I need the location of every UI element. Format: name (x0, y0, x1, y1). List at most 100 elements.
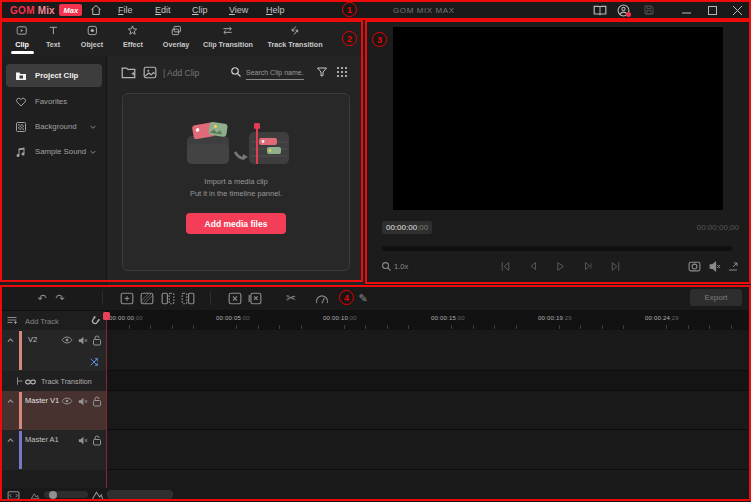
add-image-icon[interactable] (143, 66, 157, 79)
undo-icon[interactable]: ↶ (34, 290, 50, 306)
delete-ripple-icon[interactable] (247, 290, 263, 306)
track-header-master-v1[interactable]: Master V1 (0, 391, 107, 430)
menu-view[interactable]: View (229, 5, 248, 15)
sidebar-item-background[interactable]: Background (6, 115, 102, 138)
mute-icon[interactable] (76, 434, 88, 446)
app-logo: GOM Mix Max (10, 4, 82, 16)
add-track-icon[interactable] (6, 314, 18, 326)
playhead-handle[interactable] (103, 312, 110, 320)
play-icon[interactable] (552, 258, 568, 274)
track-name: Master V1 (25, 396, 59, 405)
preview-zoom-level[interactable]: 1.0x (394, 262, 408, 271)
sidebar-item-favorites[interactable]: Favorites (6, 90, 102, 113)
search-input[interactable]: Search Clip name. (246, 69, 304, 80)
menu-help[interactable]: Help (266, 5, 285, 15)
track-header-v2[interactable]: V2 (0, 330, 107, 371)
video-track-stripe (19, 331, 22, 370)
tab-object[interactable]: Object (81, 25, 103, 49)
add-media-folder-icon[interactable] (121, 66, 136, 79)
annotation-number-4: 4 (339, 290, 354, 305)
manual-icon[interactable] (592, 3, 607, 17)
lock-icon[interactable] (91, 334, 103, 346)
eye-icon[interactable] (61, 395, 73, 407)
track-transition-row[interactable]: Track Transition (0, 371, 107, 391)
prev-frame-icon[interactable] (525, 258, 541, 274)
menu-file[interactable]: File (118, 5, 133, 15)
chevron-down-icon[interactable] (89, 148, 97, 156)
track-lane-master-a1[interactable] (107, 430, 751, 470)
import-dropzone[interactable]: Import a media clip Put it in the timeli… (122, 93, 350, 271)
sidebar-item-sample-sound[interactable]: Sample Sound (6, 140, 102, 163)
mute-icon[interactable] (706, 258, 722, 274)
insert-clip-icon[interactable] (119, 290, 135, 306)
menu-edit[interactable]: Edit (155, 5, 171, 15)
tab-text[interactable]: Text (46, 25, 60, 49)
eye-icon[interactable] (61, 334, 73, 346)
split-right-icon[interactable] (180, 290, 196, 306)
delete-clip-icon[interactable] (227, 290, 243, 306)
tab-track-transition[interactable]: Track Transition (267, 25, 322, 49)
add-track-bar[interactable]: Add Track (0, 311, 107, 330)
save-icon[interactable] (641, 3, 656, 17)
ruler-label: 00:00:24;29 (645, 315, 679, 321)
tab-effect[interactable]: Effect (123, 25, 143, 49)
close-icon[interactable] (730, 3, 745, 17)
video-viewport[interactable] (393, 27, 723, 210)
transform-icon[interactable] (88, 356, 100, 368)
export-button[interactable]: Export (690, 289, 742, 306)
overwrite-clip-icon[interactable] (139, 290, 155, 306)
track-header-master-a1[interactable]: Master A1 (0, 430, 107, 470)
lock-icon[interactable] (91, 395, 103, 407)
tab-clip[interactable]: Clip (15, 25, 29, 49)
go-start-icon[interactable] (497, 258, 513, 274)
scissors-icon[interactable]: ✂ (283, 290, 299, 306)
minimize-icon[interactable] (679, 3, 694, 17)
collapse-icon[interactable] (4, 434, 16, 446)
collapse-icon[interactable] (4, 334, 16, 346)
tab-overlay[interactable]: Overlay (163, 25, 189, 49)
split-left-icon[interactable] (160, 290, 176, 306)
mute-icon[interactable] (76, 334, 88, 346)
lock-icon[interactable] (91, 434, 103, 446)
mute-icon[interactable] (76, 395, 88, 407)
preview-panel: 00:00:00;00 00:00:00;00 1.0x (364, 20, 751, 285)
track-lane-v2[interactable] (107, 330, 751, 371)
ruler-label: 00:00:10;00 (323, 315, 357, 321)
zoom-out-tracks-icon[interactable] (28, 489, 41, 501)
seek-bar[interactable] (382, 246, 732, 251)
checker-icon (14, 120, 27, 133)
object-icon (87, 25, 98, 36)
magnet-icon[interactable] (87, 313, 104, 330)
chevron-down-icon[interactable] (89, 123, 97, 131)
speed-icon[interactable] (314, 290, 330, 306)
tab-clip-transition[interactable]: Clip Transition (203, 25, 253, 49)
redo-icon[interactable]: ↷ (52, 290, 68, 306)
track-transition-lane[interactable] (107, 371, 751, 391)
menu-clip[interactable]: Clip (192, 5, 208, 15)
snapshot-icon[interactable] (686, 258, 702, 274)
next-frame-icon[interactable] (580, 258, 596, 274)
collapse-icon[interactable] (4, 395, 16, 407)
home-icon[interactable] (88, 3, 103, 17)
playhead-line[interactable] (106, 312, 107, 488)
search-icon[interactable] (230, 66, 242, 78)
go-end-icon[interactable] (607, 258, 623, 274)
maximize-icon[interactable] (705, 3, 720, 17)
preview-zoom-icon[interactable] (378, 258, 394, 274)
timeline-scrollbar[interactable] (107, 490, 173, 499)
logo-mix: Mix (38, 5, 55, 16)
edit-pencil-icon[interactable]: ✎ (355, 290, 371, 306)
filter-icon[interactable] (316, 66, 328, 78)
sidebar-item-project-clip[interactable]: Project Clip (6, 64, 102, 87)
timeline-ruler[interactable]: 00:00:00;00 00:00:05;00 00:00:10;00 00:0… (107, 311, 751, 330)
grid-view-icon[interactable] (336, 66, 348, 78)
fit-timeline-icon[interactable] (7, 489, 20, 501)
track-lane-master-v1[interactable] (107, 391, 751, 430)
track-height-slider-handle[interactable] (49, 491, 57, 499)
annotation-number-1: 1 (342, 2, 357, 17)
add-media-files-button[interactable]: Add media files (186, 213, 286, 234)
zoom-in-tracks-icon[interactable] (91, 489, 104, 501)
account-icon[interactable] (616, 3, 631, 17)
detach-screen-icon[interactable] (725, 258, 741, 274)
import-hint-line1: Import a media clip (123, 177, 349, 186)
